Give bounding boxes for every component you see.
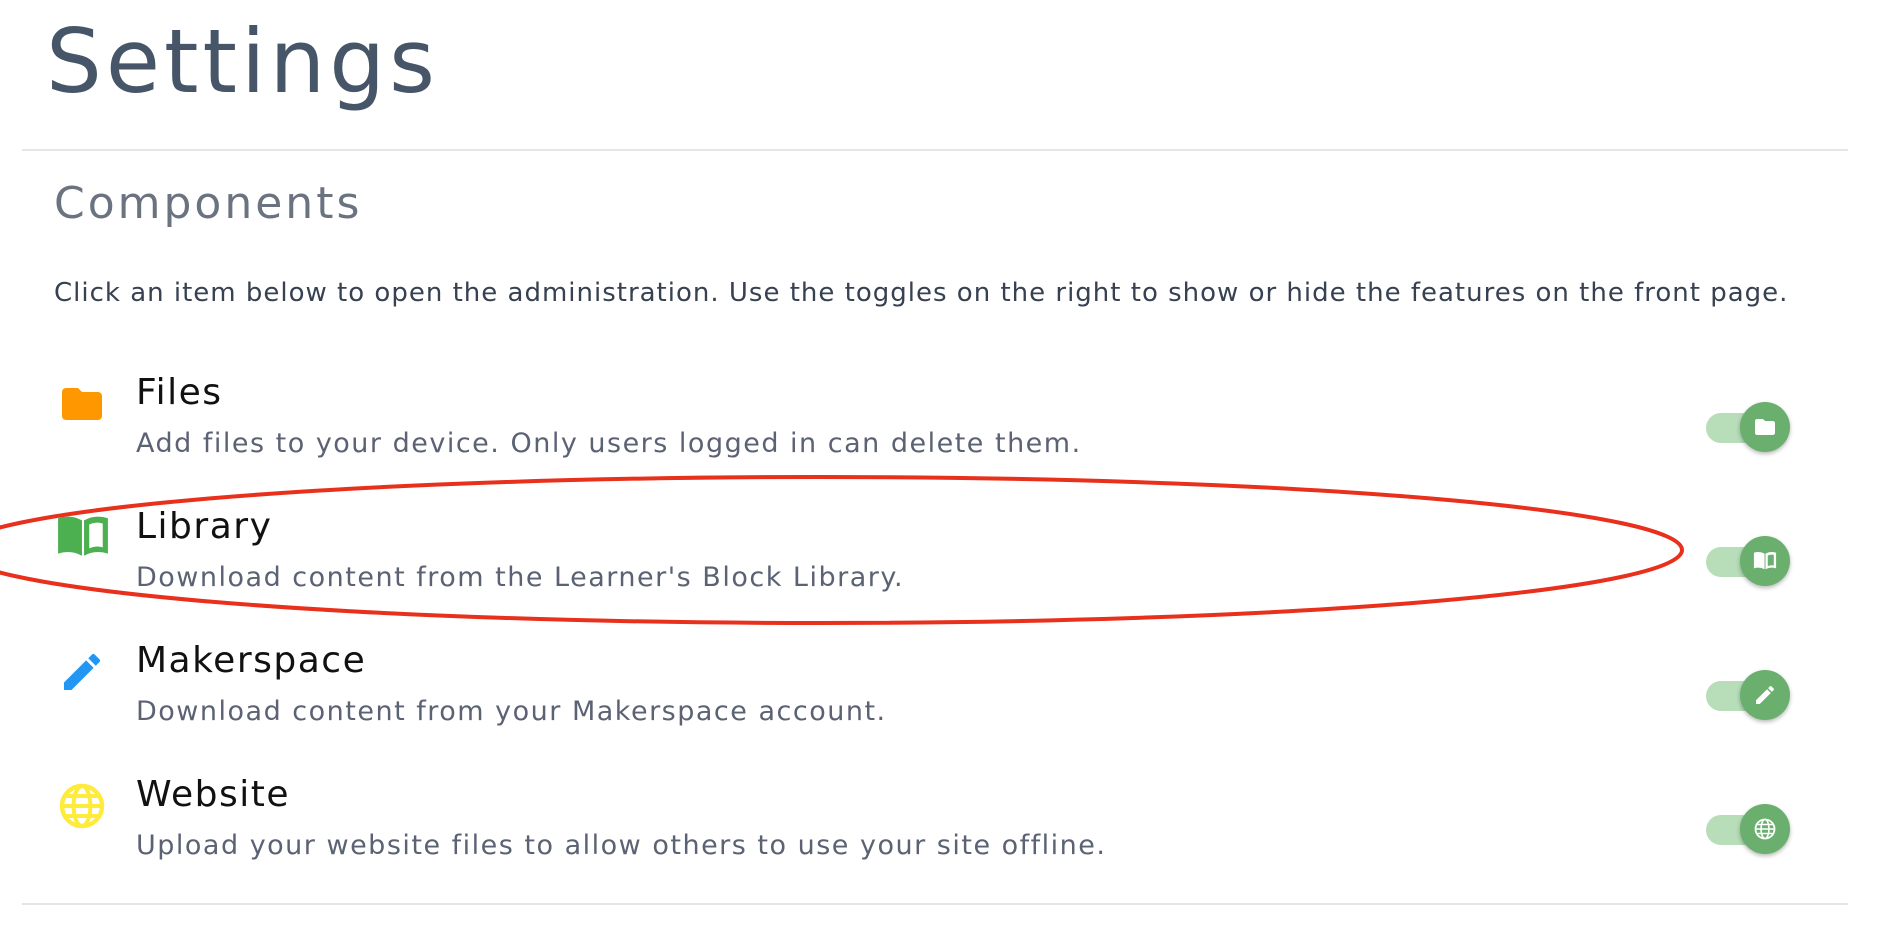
library-toggle[interactable] (1706, 536, 1790, 586)
website-toggle[interactable] (1706, 804, 1790, 854)
pencil-icon (1756, 685, 1775, 704)
settings-page: Settings Components Click an item below … (0, 0, 1894, 930)
component-title[interactable]: Makerspace (136, 640, 366, 681)
toggle-knob (1740, 670, 1790, 720)
component-row-website[interactable]: Website Upload your website files to all… (0, 774, 1894, 894)
component-row-library[interactable]: Library Download content from the Learne… (0, 506, 1894, 626)
toggle-knob (1740, 536, 1790, 586)
section-intro: Click an item below to open the administ… (54, 278, 1789, 308)
pencil-icon (56, 648, 108, 696)
component-title[interactable]: Files (136, 372, 223, 413)
folder-icon (56, 380, 108, 428)
folder-icon (1755, 419, 1775, 435)
files-toggle[interactable] (1706, 402, 1790, 452)
component-row-makerspace[interactable]: Makerspace Download content from your Ma… (0, 640, 1894, 760)
footer-divider (22, 903, 1848, 905)
component-title[interactable]: Website (136, 774, 290, 815)
section-title: Components (54, 178, 363, 229)
component-description: Add files to your device. Only users log… (136, 428, 1082, 459)
component-row-files[interactable]: Files Add files to your device. Only use… (0, 372, 1894, 492)
component-description: Download content from the Learner's Bloc… (136, 562, 905, 593)
book-icon (1753, 551, 1777, 570)
page-title: Settings (46, 10, 439, 113)
globe-icon (1754, 818, 1776, 840)
toggle-knob (1740, 804, 1790, 854)
component-title[interactable]: Library (136, 506, 272, 547)
makerspace-toggle[interactable] (1706, 670, 1790, 720)
book-icon (56, 514, 108, 562)
toggle-knob (1740, 402, 1790, 452)
component-description: Download content from your Makerspace ac… (136, 696, 887, 727)
header-divider (22, 149, 1848, 151)
component-description: Upload your website files to allow other… (136, 830, 1107, 861)
globe-icon (56, 782, 108, 830)
